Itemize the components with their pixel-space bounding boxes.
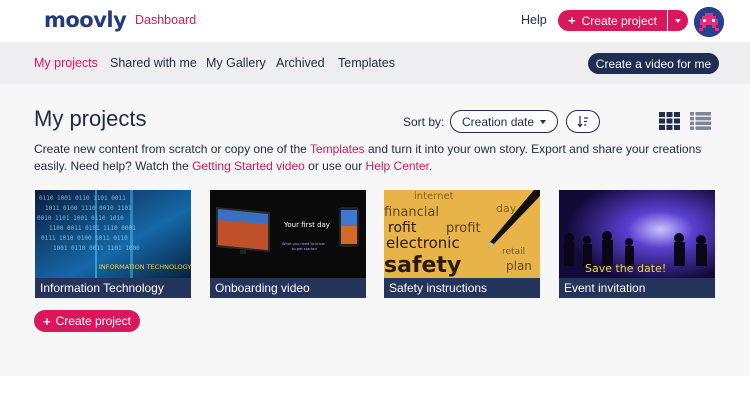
grid-view-icon[interactable] [659, 112, 680, 130]
project-thumbnail: Your first day What you need to know to … [210, 190, 366, 278]
intro-text: Create new content from scratch or copy … [34, 141, 724, 175]
svg-text:safety: safety [384, 253, 461, 278]
help-center-link[interactable]: Help Center [366, 159, 429, 173]
project-title: Onboarding video [210, 278, 366, 298]
top-bar: moovly Dashboard Help + Create project [0, 0, 750, 42]
user-avatar[interactable] [694, 7, 724, 37]
svg-text:0010 1101 1001 0110 1010: 0010 1101 1001 0110 1010 [37, 215, 124, 222]
thumbnail-text: INFORMATION TECHNOLOGY [99, 263, 191, 271]
create-project-label: Create project [581, 13, 657, 28]
project-card-event-invitation[interactable]: Save the date! Event invitation [559, 190, 715, 298]
thumbnail-text: Save the date! [585, 262, 666, 275]
project-card-onboarding-video[interactable]: Your first day What you need to know to … [210, 190, 366, 298]
chevron-down-icon [540, 120, 546, 124]
intro-text-part: Create new content from scratch or copy … [34, 142, 310, 156]
dashboard-link[interactable]: Dashboard [135, 13, 196, 27]
svg-text:1100 0011 0101 1110 0001: 1100 0011 0101 1110 0001 [49, 225, 136, 232]
svg-text:to get started: to get started [292, 247, 317, 251]
svg-text:financial: financial [384, 205, 439, 220]
svg-text:day: day [496, 202, 517, 215]
create-project-button-bottom[interactable]: + Create project [34, 310, 140, 332]
project-card-information-technology[interactable]: 0110 1001 0110 1101 0011 1011 0100 1110 … [35, 190, 191, 298]
sort-by-select[interactable]: Creation date [450, 110, 558, 133]
help-link[interactable]: Help [521, 13, 547, 27]
tab-my-gallery[interactable]: My Gallery [206, 56, 266, 70]
project-title: Event invitation [559, 278, 715, 298]
svg-text:0111 1010 0100 1011 0110: 0111 1010 0100 1011 0110 [41, 235, 128, 242]
project-card-safety-instructions[interactable]: internet financial day rofit profit elec… [384, 190, 540, 298]
list-view-icon[interactable] [690, 112, 711, 130]
tab-templates[interactable]: Templates [338, 56, 395, 70]
thumbnail-text: Your first day [283, 221, 330, 229]
intro-text-part: or use our [304, 159, 366, 173]
svg-text:0110 1001 0110 1101 0011: 0110 1001 0110 1101 0011 [39, 195, 126, 202]
project-title: Information Technology [35, 278, 191, 298]
sort-label: Sort by: [403, 115, 445, 129]
create-project-dropdown-button[interactable] [668, 10, 688, 31]
chevron-down-icon [675, 18, 681, 23]
svg-text:1011 0100 1110 0010 1101: 1011 0100 1110 0010 1101 [45, 205, 132, 212]
getting-started-video-link[interactable]: Getting Started video [192, 159, 305, 173]
svg-text:internet: internet [414, 191, 454, 202]
svg-text:plan: plan [506, 259, 532, 273]
sort-direction-button[interactable] [566, 110, 600, 133]
intro-text-part: . [428, 159, 433, 173]
svg-text:electronic: electronic [386, 234, 460, 252]
project-thumbnail: 0110 1001 0110 1101 0011 1011 0100 1110 … [35, 190, 191, 278]
tab-shared-with-me[interactable]: Shared with me [110, 56, 197, 70]
project-title: Safety instructions [384, 278, 540, 298]
tab-my-projects[interactable]: My projects [34, 56, 98, 70]
footer-strip [0, 376, 750, 400]
tab-archived[interactable]: Archived [276, 56, 325, 70]
svg-text:What you need to know: What you need to know [282, 242, 325, 246]
create-video-for-me-button[interactable]: Create a video for me [588, 53, 719, 74]
create-project-label: Create project [55, 314, 131, 328]
create-project-button[interactable]: + Create project [558, 10, 667, 31]
project-thumbnail: internet financial day rofit profit elec… [384, 190, 540, 278]
templates-link[interactable]: Templates [310, 142, 365, 156]
moovly-logo[interactable]: moovly [44, 8, 127, 32]
plus-icon: + [568, 13, 576, 28]
sort-descending-icon [577, 116, 588, 128]
plus-icon: + [43, 313, 51, 329]
sort-by-value: Creation date [462, 114, 535, 129]
pixel-avatar-icon [694, 7, 724, 37]
project-thumbnail: Save the date! [559, 190, 715, 278]
page-title: My projects [34, 106, 147, 131]
svg-text:retail: retail [502, 247, 525, 257]
